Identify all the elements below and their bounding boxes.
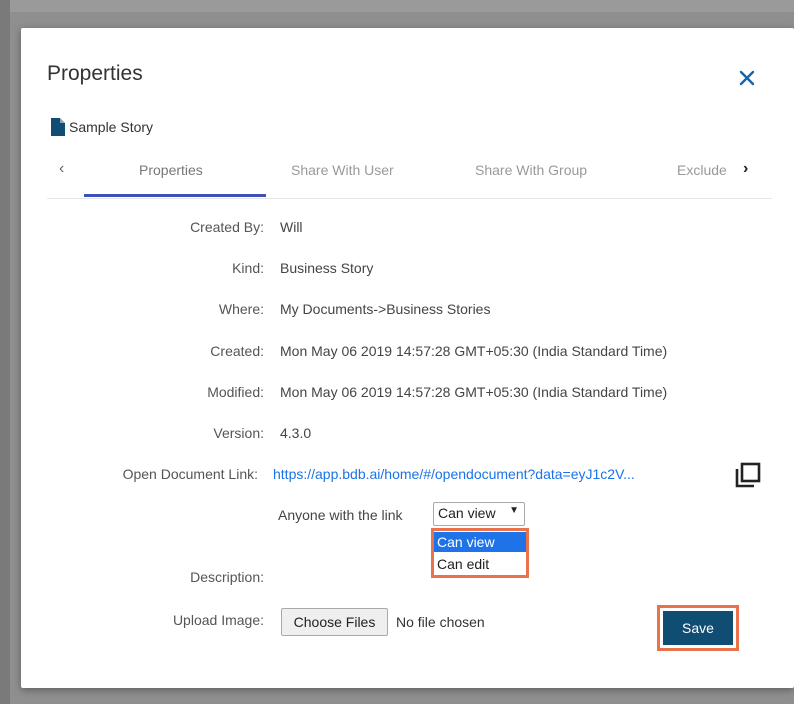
choose-files-button[interactable]: Choose Files [281,608,388,636]
where-label: Where: [218,301,264,317]
caret-down-icon: ▼ [509,505,519,516]
dialog-title: Properties [47,62,143,85]
open-document-link[interactable]: https://app.bdb.ai/home/#/opendocument?d… [273,466,635,482]
kind-label: Kind: [232,260,264,276]
open-link-label: Open Document Link: [122,466,258,482]
created-label: Created: [210,343,264,359]
file-status: No file chosen [396,614,485,630]
tab-share-with-group[interactable]: Share With Group [475,162,587,178]
properties-dialog: Properties Sample Story ‹ Properties Sha… [21,28,794,688]
document-icon [51,118,65,136]
backdrop [0,0,794,12]
tab-strip: Properties Share With User Share With Gr… [47,142,737,198]
link-access-select[interactable]: Can view ▼ [433,502,525,526]
description-label: Description: [190,569,264,585]
link-access-dropdown: Can view Can edit [431,528,529,578]
tab-bar: ‹ Properties Share With User Share With … [47,142,772,199]
save-button[interactable]: Save [663,611,733,645]
link-access-prefix: Anyone with the link [278,507,403,523]
created-by-value: Will [280,219,303,235]
tab-properties[interactable]: Properties [139,162,203,178]
created-by-label: Created By: [190,219,264,235]
option-can-view[interactable]: Can view [434,532,526,552]
where-value: My Documents->Business Stories [280,301,491,317]
modified-label: Modified: [207,384,264,400]
option-can-edit[interactable]: Can edit [434,554,526,574]
backdrop-left [0,0,10,704]
active-tab-indicator [84,194,266,197]
document-header: Sample Story [51,118,153,136]
tab-share-with-user[interactable]: Share With User [291,162,394,178]
document-name: Sample Story [69,119,154,135]
close-icon[interactable] [735,66,759,90]
link-access-selected: Can view [438,505,496,521]
created-value: Mon May 06 2019 14:57:28 GMT+05:30 (Indi… [280,343,668,359]
kind-value: Business Story [280,260,374,276]
tab-exclude[interactable]: Exclude [677,162,727,178]
version-value: 4.3.0 [280,425,312,441]
upload-label: Upload Image: [172,612,264,628]
copy-icon[interactable] [735,462,761,488]
version-label: Version: [213,425,264,441]
tab-scroll-right-icon[interactable]: › [743,160,748,178]
modified-value: Mon May 06 2019 14:57:28 GMT+05:30 (Indi… [280,384,668,400]
